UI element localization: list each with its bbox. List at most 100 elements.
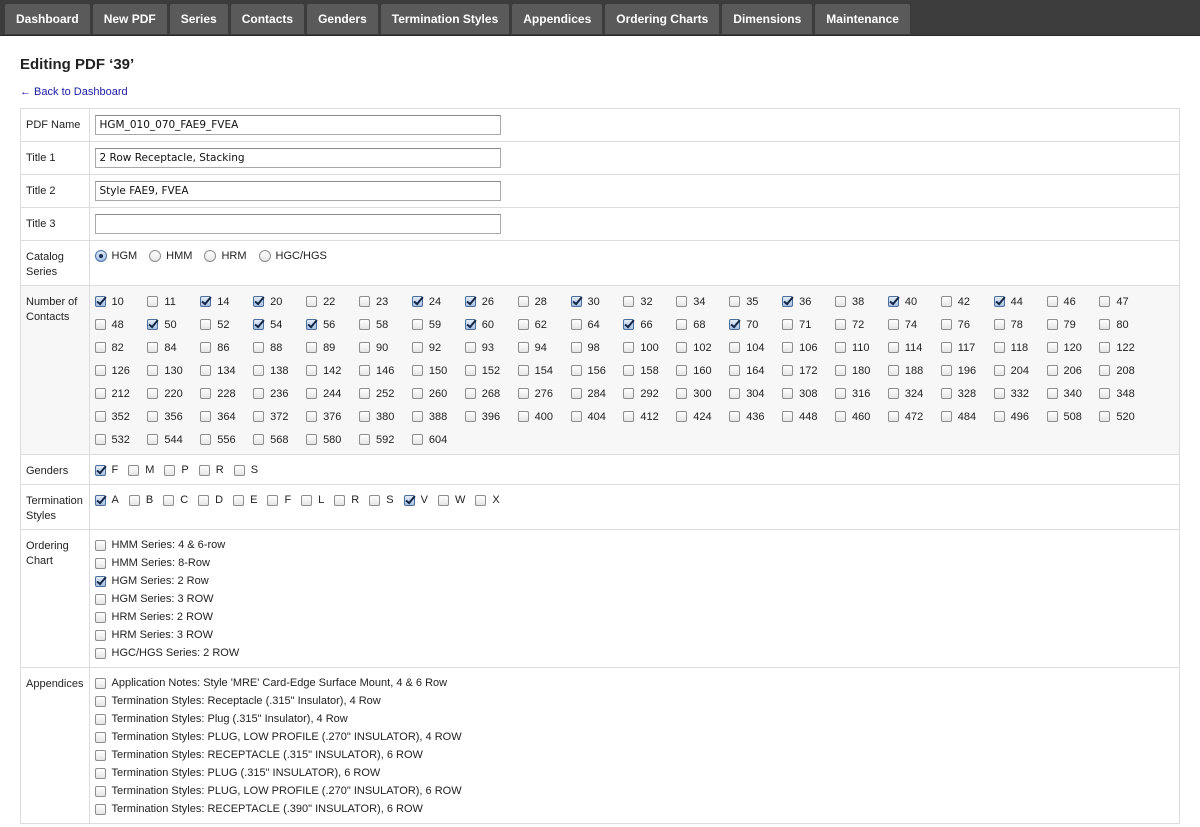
back-to-dashboard-link[interactable]: ← Back to Dashboard [20, 85, 128, 99]
nav-tab-maintenance[interactable]: Maintenance [815, 4, 910, 34]
contacts-checkbox[interactable] [676, 319, 688, 330]
contacts-checkbox[interactable] [200, 319, 212, 330]
contacts-option-138[interactable]: 138 [253, 359, 306, 382]
termination-option-v[interactable]: V [403, 494, 428, 506]
gender-checkbox[interactable] [94, 464, 106, 476]
contacts-checkbox[interactable] [1099, 365, 1111, 376]
ordering-chart-checkbox[interactable] [94, 593, 106, 605]
contacts-checkbox[interactable] [729, 365, 741, 376]
contacts-checkbox[interactable] [94, 342, 106, 353]
nav-tab-termination-styles[interactable]: Termination Styles [380, 4, 510, 34]
termination-checkbox[interactable] [301, 494, 313, 506]
contacts-checkbox[interactable] [464, 342, 476, 353]
nav-tab-ordering-charts[interactable]: Ordering Charts [605, 4, 720, 34]
appendix-option-termination-styles-plug-low-profile-270-insulator-6-row[interactable]: Termination Styles: PLUG, LOW PROFILE (.… [94, 782, 1175, 800]
contacts-option-158[interactable]: 158 [623, 359, 676, 382]
contacts-option-172[interactable]: 172 [782, 359, 835, 382]
contacts-option-134[interactable]: 134 [200, 359, 253, 382]
contacts-checkbox[interactable] [623, 411, 635, 422]
contacts-option-568[interactable]: 568 [253, 428, 306, 451]
gender-option-f[interactable]: F [94, 464, 118, 476]
contacts-option-152[interactable]: 152 [464, 359, 518, 382]
contacts-option-604[interactable]: 604 [411, 428, 465, 451]
series-radio-button[interactable] [94, 250, 107, 262]
contacts-checkbox[interactable] [623, 365, 635, 376]
contacts-checkbox[interactable] [517, 342, 529, 353]
contacts-option-10[interactable]: 10 [94, 290, 148, 313]
contacts-checkbox[interactable] [253, 296, 265, 307]
contacts-checkbox[interactable] [306, 342, 318, 353]
ordering-chart-checkbox[interactable] [94, 575, 106, 587]
gender-checkbox[interactable] [128, 464, 140, 476]
contacts-checkbox[interactable] [834, 296, 846, 307]
contacts-checkbox[interactable] [570, 411, 582, 422]
contacts-option-520[interactable]: 520 [1099, 405, 1152, 428]
series-radio-button[interactable] [258, 250, 271, 262]
contacts-option-52[interactable]: 52 [200, 313, 253, 336]
contacts-checkbox[interactable] [358, 434, 370, 445]
contacts-option-92[interactable]: 92 [411, 336, 465, 359]
contacts-checkbox[interactable] [729, 319, 741, 330]
contacts-option-48[interactable]: 48 [94, 313, 148, 336]
contacts-checkbox[interactable] [253, 365, 265, 376]
series-option-hrm[interactable]: HRM [204, 250, 247, 262]
contacts-option-300[interactable]: 300 [676, 382, 729, 405]
contacts-checkbox[interactable] [782, 296, 794, 307]
contacts-option-20[interactable]: 20 [253, 290, 306, 313]
contacts-checkbox[interactable] [676, 296, 688, 307]
contacts-checkbox[interactable] [623, 296, 635, 307]
contacts-option-448[interactable]: 448 [782, 405, 835, 428]
contacts-checkbox[interactable] [676, 342, 688, 353]
contacts-option-82[interactable]: 82 [94, 336, 148, 359]
contacts-option-316[interactable]: 316 [834, 382, 888, 405]
contacts-checkbox[interactable] [306, 365, 318, 376]
contacts-checkbox[interactable] [94, 319, 106, 330]
contacts-checkbox[interactable] [358, 365, 370, 376]
contacts-option-328[interactable]: 328 [940, 382, 994, 405]
termination-checkbox[interactable] [198, 494, 210, 506]
contacts-option-340[interactable]: 340 [1046, 382, 1100, 405]
contacts-option-556[interactable]: 556 [200, 428, 253, 451]
nav-tab-dashboard[interactable]: Dashboard [5, 4, 90, 34]
contacts-checkbox[interactable] [464, 319, 476, 330]
contacts-checkbox[interactable] [517, 319, 529, 330]
contacts-checkbox[interactable] [358, 319, 370, 330]
contacts-checkbox[interactable] [517, 365, 529, 376]
contacts-option-496[interactable]: 496 [993, 405, 1047, 428]
contacts-checkbox[interactable] [411, 411, 423, 422]
appendix-checkbox[interactable] [94, 731, 106, 743]
contacts-option-66[interactable]: 66 [623, 313, 676, 336]
contacts-checkbox[interactable] [306, 411, 318, 422]
contacts-option-78[interactable]: 78 [993, 313, 1047, 336]
contacts-option-102[interactable]: 102 [676, 336, 729, 359]
contacts-option-472[interactable]: 472 [887, 405, 941, 428]
contacts-checkbox[interactable] [834, 388, 846, 399]
contacts-option-332[interactable]: 332 [993, 382, 1047, 405]
contacts-option-120[interactable]: 120 [1046, 336, 1100, 359]
termination-checkbox[interactable] [437, 494, 449, 506]
contacts-checkbox[interactable] [993, 296, 1005, 307]
contacts-checkbox[interactable] [306, 296, 318, 307]
contacts-option-22[interactable]: 22 [306, 290, 359, 313]
contacts-option-47[interactable]: 47 [1099, 290, 1152, 313]
contacts-checkbox[interactable] [358, 296, 370, 307]
contacts-checkbox[interactable] [623, 388, 635, 399]
termination-checkbox[interactable] [128, 494, 140, 506]
termination-option-e[interactable]: E [233, 494, 257, 506]
contacts-checkbox[interactable] [676, 365, 688, 376]
contacts-checkbox[interactable] [253, 319, 265, 330]
contacts-option-204[interactable]: 204 [993, 359, 1047, 382]
contacts-checkbox[interactable] [358, 388, 370, 399]
appendix-checkbox[interactable] [94, 677, 106, 689]
contacts-option-352[interactable]: 352 [94, 405, 148, 428]
series-radio-button[interactable] [149, 250, 162, 262]
contacts-checkbox[interactable] [200, 296, 212, 307]
contacts-checkbox[interactable] [940, 365, 952, 376]
contacts-checkbox[interactable] [147, 411, 159, 422]
contacts-option-98[interactable]: 98 [570, 336, 624, 359]
termination-option-f[interactable]: F [267, 494, 291, 506]
contacts-option-26[interactable]: 26 [464, 290, 518, 313]
contacts-option-544[interactable]: 544 [147, 428, 200, 451]
termination-option-w[interactable]: W [437, 494, 465, 506]
contacts-checkbox[interactable] [200, 434, 212, 445]
